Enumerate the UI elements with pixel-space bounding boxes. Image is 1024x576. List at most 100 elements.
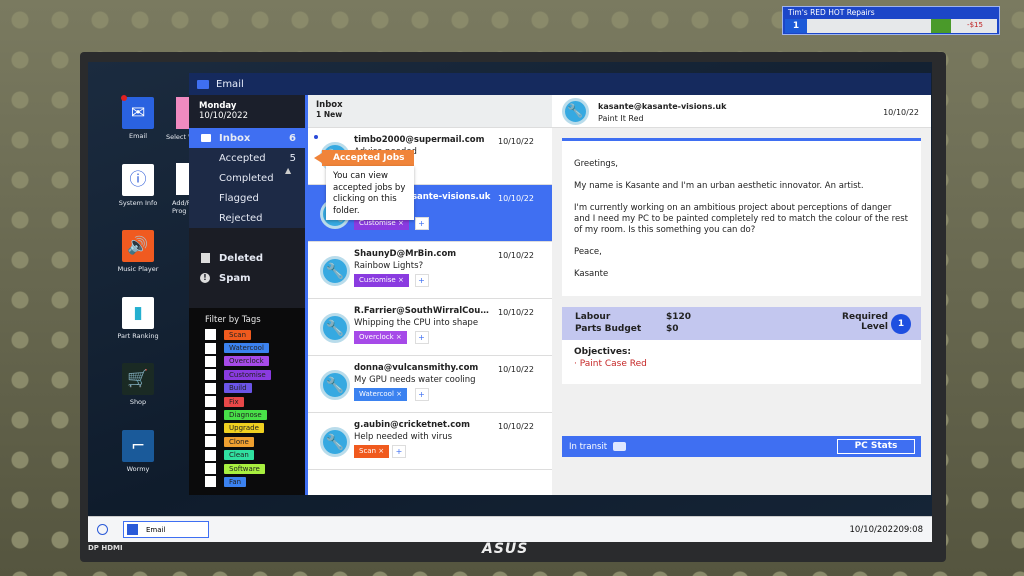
tag-filter-row[interactable]: Clone [205,435,305,448]
tag-text: Watercool [359,390,394,398]
tag-checkbox[interactable] [205,342,216,354]
folder-inbox[interactable]: Inbox 6 [189,128,305,148]
tag-filter-row[interactable]: Customise [205,368,305,381]
level-label: Level [861,322,888,332]
status-text: In transit [569,441,608,452]
tag-filter-row[interactable]: Watercool [205,341,305,354]
tag-filter-row[interactable]: Build [205,382,305,395]
labour-value: $120 [666,312,692,322]
add-tag-button[interactable]: + [414,274,429,287]
pc-stats-button[interactable]: PC Stats [837,439,915,454]
folder-label: Accepted [219,152,266,164]
folder-spam[interactable]: ! Spam [189,268,305,288]
day: Monday [199,101,237,111]
objectives: Objectives: · Paint Case Red [562,340,921,384]
envelope-icon[interactable]: ✉ [122,97,154,129]
remove-tag-icon[interactable]: × [398,276,404,284]
tag-checkbox[interactable] [205,369,216,381]
tag-label: Watercool [224,343,269,354]
tag-filter-row[interactable]: Fix [205,395,305,408]
tag-checkbox[interactable] [205,476,216,488]
tag-filter-row[interactable]: Upgrade [205,422,305,435]
folder-label: Inbox [219,132,251,144]
email-tag[interactable]: Watercool × [354,388,408,401]
add-tag-button[interactable]: + [414,331,429,344]
new-count: 1 New [316,110,343,119]
email-list-item[interactable]: 🔧 ShaunyD@MrBin.com Rainbow Lights? 10/1… [308,242,552,299]
tag-checkbox[interactable] [205,463,216,475]
folder-flagged[interactable]: Flagged [189,188,305,208]
tag-checkbox[interactable] [205,329,216,341]
tag-label: Clean [224,450,254,461]
cart-icon[interactable]: 🛒 [122,363,154,396]
tag-checkbox[interactable] [205,409,216,421]
tag-filter: Filter by Tags Scan Watercool Overclock Cus… [189,308,305,495]
tag-label: Scan [224,329,252,340]
tag-checkbox[interactable] [205,449,216,461]
email-from: timbo2000@supermail.com [354,135,485,145]
bar-chart-icon[interactable]: ▮ [122,296,154,329]
folder-count: 5 [289,152,296,164]
add-remove-programs-icon[interactable] [176,163,189,195]
date: 10/10/2022 [199,111,248,121]
email-from: R.Farrier@SouthWirralCountryClub.com [354,306,494,316]
wrench-avatar-icon: 🔧 [320,256,350,286]
add-tag-button[interactable]: + [392,445,406,458]
status-bar: In transit PC Stats [562,436,921,457]
wrench-avatar-icon: 🔧 [320,313,350,343]
speaker-icon[interactable]: 🔊 [122,230,154,263]
truck-icon [613,442,627,451]
tag-checkbox[interactable] [205,436,216,448]
remove-tag-icon[interactable]: × [398,219,404,227]
tag-filter-row[interactable]: Clean [205,449,305,462]
remove-tag-icon[interactable]: × [396,390,402,398]
select-wallpaper-icon[interactable] [176,97,189,129]
email-date: 10/10/22 [498,137,534,146]
tag-checkbox[interactable] [205,396,216,408]
folder-rejected[interactable]: Rejected [189,208,305,228]
email-tag[interactable]: Scan × [354,445,390,458]
email-from: g.aubin@cricketnet.com [354,420,470,430]
tag-checkbox[interactable] [205,382,216,394]
tag-filter-row[interactable]: Fan [205,475,305,488]
snake-game-icon[interactable]: ⌐ [122,430,154,462]
port-label: DP HDMI [88,544,123,552]
folder-count: 6 [289,132,296,144]
email-list-item[interactable]: 🔧 R.Farrier@SouthWirralCountryClub.com W… [308,299,552,356]
tag-label: Upgrade [224,423,264,434]
company-name: Tim's RED HOT Repairs [788,8,875,17]
tag-filter-row[interactable]: Software [205,462,305,475]
trash-icon [201,253,210,263]
tag-filter-row[interactable]: Diagnose [205,408,305,421]
tag-checkbox[interactable] [205,355,216,367]
desktop-icon-label: Shop [129,398,147,407]
player-level: 1 [785,19,807,33]
tag-label: Overclock [224,356,269,367]
email-tag[interactable]: Customise × [354,274,409,287]
folder-accepted[interactable]: Accepted 5 [189,148,305,168]
email-from: donna@vulcansmithy.com [354,363,479,373]
add-tag-button[interactable]: + [414,217,429,230]
email-list-item[interactable]: 🔧 donna@vulcansmithy.com My GPU needs wa… [308,356,552,413]
desktop-icon-label: Music Player [117,265,159,274]
mouse-cursor-icon: ▲ [285,166,292,175]
email-list-item[interactable]: 🔧 g.aubin@cricketnet.com Help needed wit… [308,413,552,470]
email-detail: 🔧 kasante@kasante-visions.uk Paint It Re… [552,95,931,495]
info-icon[interactable]: ⓘ [122,163,154,196]
warning-icon: ! [200,273,210,283]
tag-filter-row[interactable]: Scan [205,328,305,341]
start-button[interactable] [97,524,108,535]
folder-deleted[interactable]: Deleted [189,248,305,268]
email-subject: Rainbow Lights? [354,261,424,271]
taskbar-email-button[interactable]: Email [123,521,209,538]
add-tag-button[interactable]: + [414,388,429,401]
window-title: Email [216,78,244,90]
tag-filter-row[interactable]: Overclock [205,355,305,368]
tag-checkbox[interactable] [205,422,216,434]
remove-tag-icon[interactable]: × [396,333,402,341]
body-paragraph: Greetings, [574,159,618,169]
body-paragraph: Peace, [574,247,602,257]
remove-tag-icon[interactable]: × [378,447,384,455]
folder-label: Spam [219,272,251,284]
email-tag[interactable]: Overclock × [354,331,407,344]
